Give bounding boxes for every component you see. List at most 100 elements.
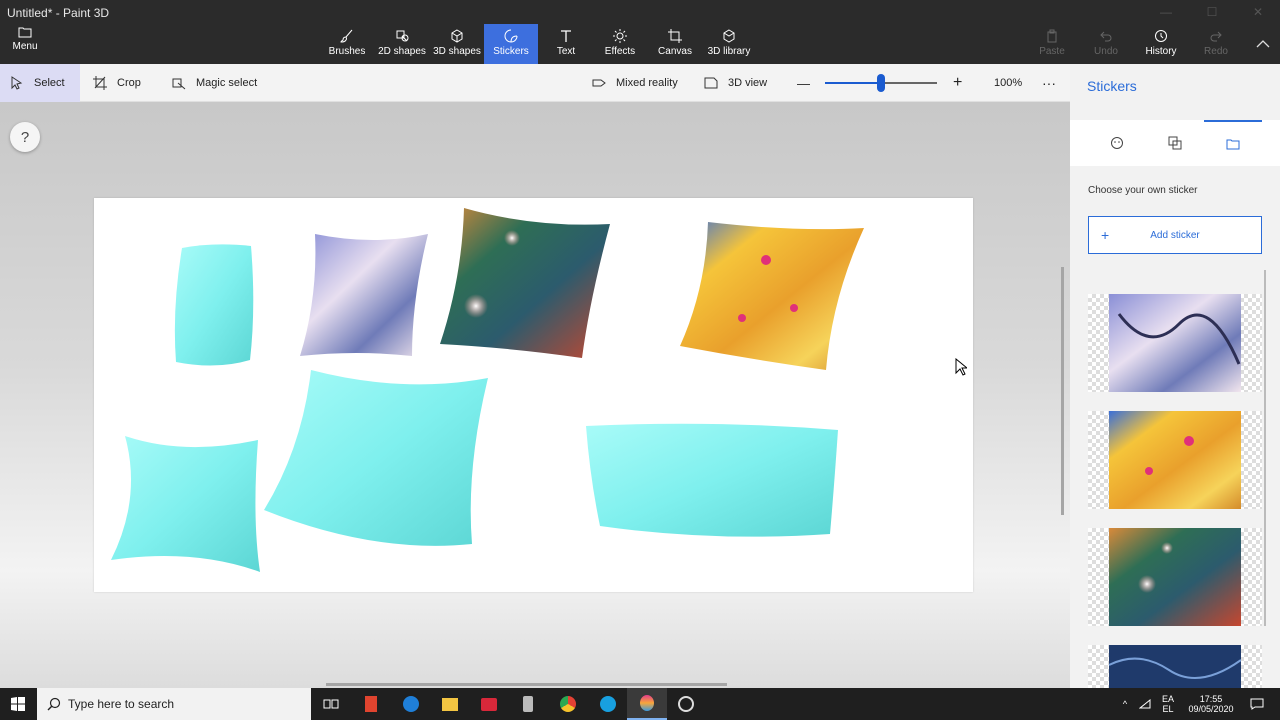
windows-logo-icon — [11, 697, 25, 711]
add-sticker-button[interactable]: + Add sticker — [1088, 216, 1262, 254]
tray-chevron-icon[interactable]: ^ — [1118, 688, 1132, 720]
command-bar: Select Crop Magic select Mixed reality 3… — [0, 64, 1070, 102]
tool-label: History — [1145, 46, 1177, 57]
mail-app-icon[interactable] — [469, 688, 509, 720]
notifications-icon[interactable] — [1247, 688, 1267, 720]
crop-tool[interactable]: Crop — [93, 64, 141, 102]
tool-effects[interactable]: Effects — [600, 24, 640, 64]
obs-icon[interactable] — [666, 688, 706, 720]
skype-icon[interactable] — [588, 688, 628, 720]
custom-folder-icon — [1226, 139, 1240, 150]
tool-canvas[interactable]: Canvas — [655, 24, 695, 64]
mixed-reality-button[interactable]: Mixed reality — [592, 64, 678, 102]
panel-tabs — [1070, 120, 1280, 166]
collapse-ribbon-chevron-icon[interactable] — [1256, 36, 1270, 52]
sticker-face-icon — [1111, 137, 1123, 149]
tool-label: 3D shapes — [433, 46, 481, 57]
language-indicator[interactable]: EA EL — [1158, 688, 1178, 720]
pointer-icon — [11, 76, 23, 90]
zoom-out-button[interactable]: — — [797, 64, 810, 102]
maximize-button[interactable]: ☐ — [1189, 0, 1235, 24]
mixed-reality-icon — [592, 79, 606, 87]
sticker-thumbnail[interactable] — [1088, 294, 1262, 392]
zoom-slider[interactable] — [825, 74, 937, 92]
mixed-reality-label: Mixed reality — [616, 77, 678, 89]
sticker-thumbnail[interactable] — [1088, 645, 1262, 688]
clock-date: 09/05/2020 — [1188, 704, 1234, 714]
tool-label: Stickers — [493, 46, 529, 57]
panel-scrollbar[interactable] — [1264, 270, 1266, 626]
clock[interactable]: 17:55 09/05/2020 — [1183, 688, 1239, 720]
canvas-drawing — [111, 208, 864, 572]
app-icon[interactable] — [508, 688, 548, 720]
close-button[interactable]: ✕ — [1235, 0, 1280, 24]
more-options-button[interactable]: ··· — [1042, 64, 1056, 102]
sticker-thumbnail[interactable] — [1088, 411, 1262, 509]
start-button[interactable] — [0, 688, 36, 720]
zoom-in-button[interactable]: + — [953, 64, 962, 102]
redo-button[interactable]: Redo — [1198, 24, 1234, 64]
3d-view-icon — [704, 77, 718, 89]
sticker-icon — [504, 29, 518, 43]
mouse-cursor-icon — [955, 357, 969, 381]
sticker-image-yellow — [1109, 411, 1241, 509]
minimize-button[interactable]: — — [1143, 0, 1189, 24]
tool-label: 2D shapes — [378, 46, 426, 57]
tab-stickers[interactable] — [1088, 120, 1146, 166]
workspace-vertical-scrollbar[interactable] — [1061, 267, 1064, 515]
taskbar-search-box[interactable]: Type here to search — [37, 688, 311, 720]
help-button[interactable]: ? — [10, 122, 40, 152]
panel-subtitle: Choose your own sticker — [1088, 185, 1198, 196]
undo-button[interactable]: Undo — [1088, 24, 1124, 64]
paint-3d-taskbar-icon[interactable] — [627, 688, 667, 720]
sticker-image-blue — [1109, 294, 1241, 392]
file-explorer-icon[interactable] — [430, 688, 470, 720]
tool-text[interactable]: Text — [549, 24, 583, 64]
tool-label: Brushes — [328, 46, 366, 57]
language-top: EA — [1161, 694, 1174, 704]
canvas-icon — [668, 29, 682, 43]
tab-textures[interactable] — [1146, 120, 1204, 166]
tool-label: Effects — [604, 46, 636, 57]
panel-title: Stickers — [1087, 78, 1137, 94]
search-placeholder: Type here to search — [68, 697, 175, 711]
tool-label: 3D library — [707, 46, 751, 57]
history-button[interactable]: History — [1140, 24, 1182, 64]
tool-3d-library[interactable]: 3D library — [705, 24, 753, 64]
magic-select-tool[interactable]: Magic select — [172, 64, 257, 102]
text-icon — [561, 30, 571, 42]
redo-icon — [1210, 31, 1222, 42]
task-view-icon[interactable] — [311, 688, 351, 720]
tool-stickers[interactable]: Stickers — [484, 24, 538, 64]
window-title: Untitled* - Paint 3D — [7, 6, 110, 20]
brush-icon — [340, 29, 353, 43]
tool-2d-shapes[interactable]: 2D shapes — [377, 24, 427, 64]
3d-view-button[interactable]: 3D view — [704, 64, 767, 102]
title-ribbon-bar: Untitled* - Paint 3D — ☐ ✕ Menu Brushes … — [0, 0, 1280, 64]
acrobat-icon[interactable] — [351, 688, 391, 720]
edge-icon[interactable] — [391, 688, 431, 720]
pillow-small-shape — [174, 244, 254, 366]
tool-brushes[interactable]: Brushes — [328, 24, 366, 64]
canvas[interactable] — [94, 198, 973, 592]
pillow-star-shape — [111, 436, 260, 572]
tool-label: Text — [556, 46, 576, 57]
pillow-big-shape — [264, 370, 488, 546]
workspace-horizontal-scrollbar[interactable] — [326, 683, 727, 686]
zoom-slider-thumb[interactable] — [877, 74, 885, 92]
chrome-icon[interactable] — [548, 688, 588, 720]
tool-3d-shapes[interactable]: 3D shapes — [432, 24, 482, 64]
menu-button[interactable]: Menu — [0, 26, 50, 62]
stickers-panel: Stickers Choose your own sticker + Add s… — [1070, 64, 1280, 688]
paste-button[interactable]: Paste — [1034, 24, 1070, 64]
menu-label: Menu — [12, 41, 38, 52]
sticker-thumbnail[interactable] — [1088, 528, 1262, 626]
magic-select-label: Magic select — [196, 77, 258, 89]
3d-library-icon — [723, 29, 735, 43]
effects-sun-icon — [613, 29, 627, 43]
texture-icon — [1168, 136, 1182, 150]
zoom-percent[interactable]: 100% — [994, 64, 1022, 102]
tab-custom-stickers[interactable] — [1204, 120, 1262, 166]
select-tool[interactable]: Select — [0, 64, 80, 102]
network-icon[interactable] — [1138, 688, 1152, 720]
